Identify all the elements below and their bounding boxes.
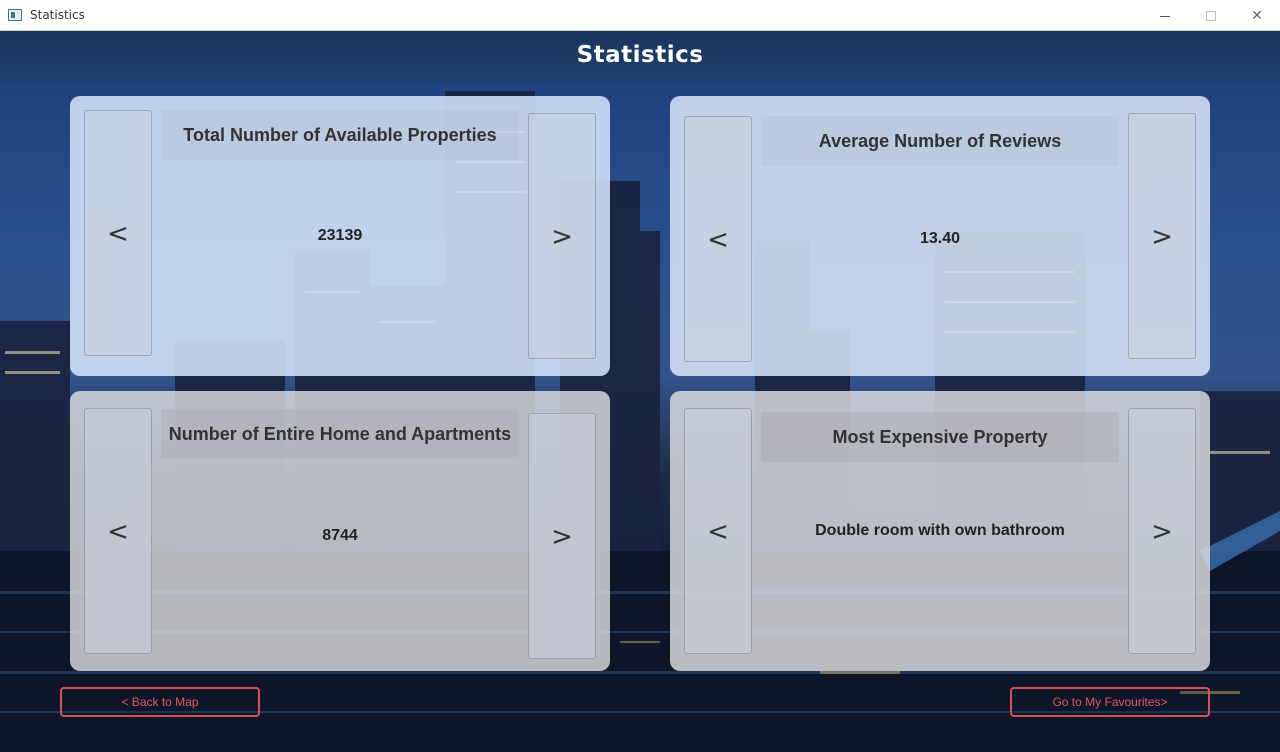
chevron-right-icon: > — [551, 522, 573, 552]
chevron-right-icon: > — [1151, 517, 1173, 547]
card-title: Number of Entire Home and Apartments — [161, 409, 519, 459]
app-icon — [8, 9, 22, 21]
window-titlebar: Statistics ✕ — [0, 0, 1280, 31]
window-title: Statistics — [30, 8, 85, 22]
next-stat-button[interactable]: > — [1128, 113, 1196, 359]
card-title: Total Number of Available Properties — [161, 110, 519, 160]
maximize-icon[interactable] — [1188, 0, 1234, 30]
stat-card-most-expensive: < Most Expensive Property Double room wi… — [670, 391, 1210, 671]
chevron-right-icon: > — [1151, 222, 1173, 252]
next-stat-button[interactable]: > — [1128, 408, 1196, 654]
next-stat-button[interactable]: > — [528, 113, 596, 359]
card-title: Most Expensive Property — [761, 412, 1119, 462]
page-title: Statistics — [576, 42, 704, 68]
close-icon[interactable]: ✕ — [1234, 0, 1280, 30]
minimize-icon[interactable] — [1142, 0, 1188, 30]
stat-card-entire-homes: < Number of Entire Home and Apartments 8… — [70, 391, 610, 671]
go-to-favourites-button[interactable]: Go to My Favourites> — [1010, 687, 1210, 717]
stat-card-average-reviews: < Average Number of Reviews 13.40 > — [670, 96, 1210, 376]
next-stat-button[interactable]: > — [528, 413, 596, 659]
page-header: Statistics — [0, 31, 1280, 81]
back-to-map-button[interactable]: < Back to Map — [60, 687, 260, 717]
chevron-right-icon: > — [551, 222, 573, 252]
stat-card-available-properties: < Total Number of Available Properties 2… — [70, 96, 610, 376]
card-title: Average Number of Reviews — [761, 116, 1119, 166]
